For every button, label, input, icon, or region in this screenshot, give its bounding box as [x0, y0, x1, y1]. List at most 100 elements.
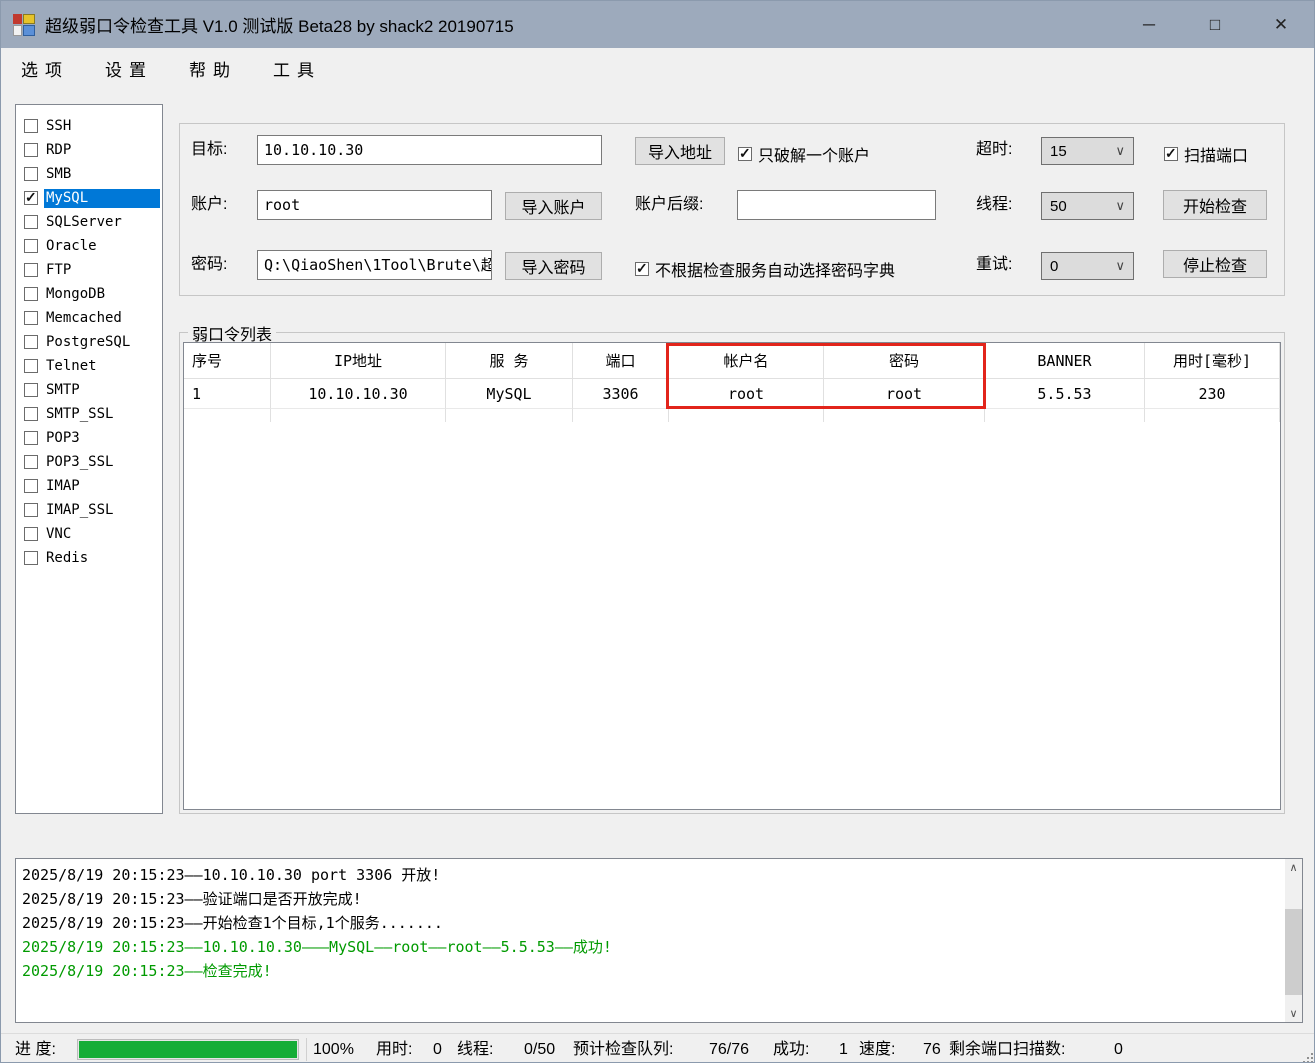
menu-settings[interactable]: 设置 — [91, 50, 167, 87]
service-checkbox[interactable] — [24, 119, 38, 133]
speed-value: 76 — [923, 1034, 941, 1063]
service-checkbox[interactable] — [24, 143, 38, 157]
table-stub-cell — [573, 409, 669, 422]
service-checkbox[interactable] — [24, 479, 38, 493]
close-button[interactable]: ✕ — [1248, 1, 1314, 48]
service-item[interactable]: SMTP_SSL — [16, 402, 162, 426]
table-cell: 3306 — [573, 379, 669, 409]
column-header[interactable]: 用时[毫秒] — [1145, 343, 1280, 379]
progress-label: 进 度: — [15, 1034, 56, 1063]
minimize-button[interactable]: ─ — [1116, 1, 1182, 48]
column-header[interactable]: IP地址 — [271, 343, 446, 379]
service-checkbox[interactable] — [24, 527, 38, 541]
start-check-button[interactable]: 开始检查 — [1163, 190, 1267, 220]
scroll-down-icon[interactable]: ∨ — [1285, 1005, 1302, 1022]
scan-port-checkbox[interactable]: 扫描端口 — [1164, 142, 1248, 166]
no-auto-dict-checkbox-box[interactable] — [635, 262, 649, 276]
service-item[interactable]: PostgreSQL — [16, 330, 162, 354]
service-checkbox[interactable] — [24, 551, 38, 565]
column-header[interactable]: 密码 — [824, 343, 985, 379]
service-item[interactable]: Redis — [16, 546, 162, 570]
retry-value: 0 — [1050, 258, 1058, 275]
service-item[interactable]: IMAP_SSL — [16, 498, 162, 522]
target-input[interactable]: 10.10.10.30 — [257, 135, 602, 165]
service-item[interactable]: SSH — [16, 114, 162, 138]
success-value: 1 — [839, 1034, 848, 1063]
service-checkbox[interactable] — [24, 287, 38, 301]
account-suffix-input[interactable] — [737, 190, 936, 220]
column-header[interactable]: 序号 — [184, 343, 271, 379]
timeout-dropdown[interactable]: 15 ∨ — [1041, 137, 1134, 165]
log-line: 2025/8/19 20:15:23——10.10.10.30———MySQL—… — [22, 935, 1282, 959]
service-checkbox[interactable] — [24, 167, 38, 181]
no-auto-dict-checkbox[interactable]: 不根据检查服务自动选择密码字典 — [635, 257, 895, 281]
account-input[interactable]: root — [257, 190, 492, 220]
scrollbar-thumb[interactable] — [1285, 909, 1302, 995]
title-bar: 超级弱口令检查工具 V1.0 测试版 Beta28 by shack2 2019… — [1, 1, 1314, 48]
menu-help[interactable]: 帮助 — [175, 50, 251, 87]
log-scrollbar[interactable]: ∧ ∨ — [1285, 859, 1302, 1022]
service-label: SSH — [44, 117, 74, 136]
password-input[interactable]: Q:\QiaoShen\1Tool\Brute\超 — [257, 250, 492, 280]
retry-dropdown[interactable]: 0 ∨ — [1041, 252, 1134, 280]
resize-grip[interactable] — [1307, 1057, 1309, 1059]
service-item[interactable]: SMB — [16, 162, 162, 186]
service-checkbox[interactable] — [24, 239, 38, 253]
import-account-button[interactable]: 导入账户 — [505, 192, 602, 220]
scroll-up-icon[interactable]: ∧ — [1285, 859, 1302, 876]
table-row[interactable]: 110.10.10.30MySQL3306rootroot5.5.53230 — [184, 379, 1280, 409]
app-window: 超级弱口令检查工具 V1.0 测试版 Beta28 by shack2 2019… — [0, 0, 1315, 1063]
table-stub-cell — [184, 409, 271, 422]
service-checkbox[interactable] — [24, 359, 38, 373]
service-item[interactable]: SMTP — [16, 378, 162, 402]
service-item[interactable]: FTP — [16, 258, 162, 282]
service-label: MongoDB — [44, 285, 108, 304]
service-item[interactable]: MySQL — [16, 186, 162, 210]
service-item[interactable]: POP3_SSL — [16, 450, 162, 474]
column-header[interactable]: BANNER — [985, 343, 1145, 379]
threads-label: 线程: — [976, 190, 1012, 220]
service-checkbox[interactable] — [24, 215, 38, 229]
status-threads-label: 线程: — [457, 1034, 493, 1063]
elapsed-label: 用时: — [376, 1034, 412, 1063]
import-address-button[interactable]: 导入地址 — [635, 137, 725, 165]
service-item[interactable]: MongoDB — [16, 282, 162, 306]
maximize-button[interactable]: □ — [1182, 1, 1248, 48]
column-header[interactable]: 服 务 — [446, 343, 573, 379]
service-item[interactable]: POP3 — [16, 426, 162, 450]
log-area[interactable]: 2025/8/19 20:15:23——10.10.10.30 port 330… — [15, 858, 1303, 1023]
service-item[interactable]: Memcached — [16, 306, 162, 330]
service-label: SMTP_SSL — [44, 405, 116, 424]
stop-check-button[interactable]: 停止检查 — [1163, 250, 1267, 278]
service-item[interactable]: VNC — [16, 522, 162, 546]
service-item[interactable]: Oracle — [16, 234, 162, 258]
table-stub-cell — [985, 409, 1145, 422]
password-label: 密码: — [191, 250, 227, 280]
service-item[interactable]: Telnet — [16, 354, 162, 378]
table-body: 110.10.10.30MySQL3306rootroot5.5.53230 — [184, 379, 1280, 409]
service-item[interactable]: RDP — [16, 138, 162, 162]
service-item[interactable]: IMAP — [16, 474, 162, 498]
service-checkbox[interactable] — [24, 431, 38, 445]
service-checkbox[interactable] — [24, 191, 38, 205]
service-checkbox[interactable] — [24, 455, 38, 469]
column-header[interactable]: 帐户名 — [669, 343, 824, 379]
threads-dropdown[interactable]: 50 ∨ — [1041, 192, 1134, 220]
import-password-button[interactable]: 导入密码 — [505, 252, 602, 280]
scan-port-checkbox-box[interactable] — [1164, 147, 1178, 161]
service-checkbox[interactable] — [24, 263, 38, 277]
service-checkbox[interactable] — [24, 383, 38, 397]
service-checkbox[interactable] — [24, 335, 38, 349]
service-checkbox[interactable] — [24, 311, 38, 325]
service-item[interactable]: SQLServer — [16, 210, 162, 234]
service-checkbox[interactable] — [24, 503, 38, 517]
crack-one-checkbox[interactable]: 只破解一个账户 — [738, 142, 870, 166]
service-label: PostgreSQL — [44, 333, 133, 352]
service-checkbox[interactable] — [24, 407, 38, 421]
account-label: 账户: — [191, 190, 227, 220]
menu-tools[interactable]: 工具 — [259, 50, 335, 87]
crack-one-checkbox-box[interactable] — [738, 147, 752, 161]
menu-options[interactable]: 选项 — [7, 50, 83, 87]
column-header[interactable]: 端口 — [573, 343, 669, 379]
service-label: Oracle — [44, 237, 100, 256]
